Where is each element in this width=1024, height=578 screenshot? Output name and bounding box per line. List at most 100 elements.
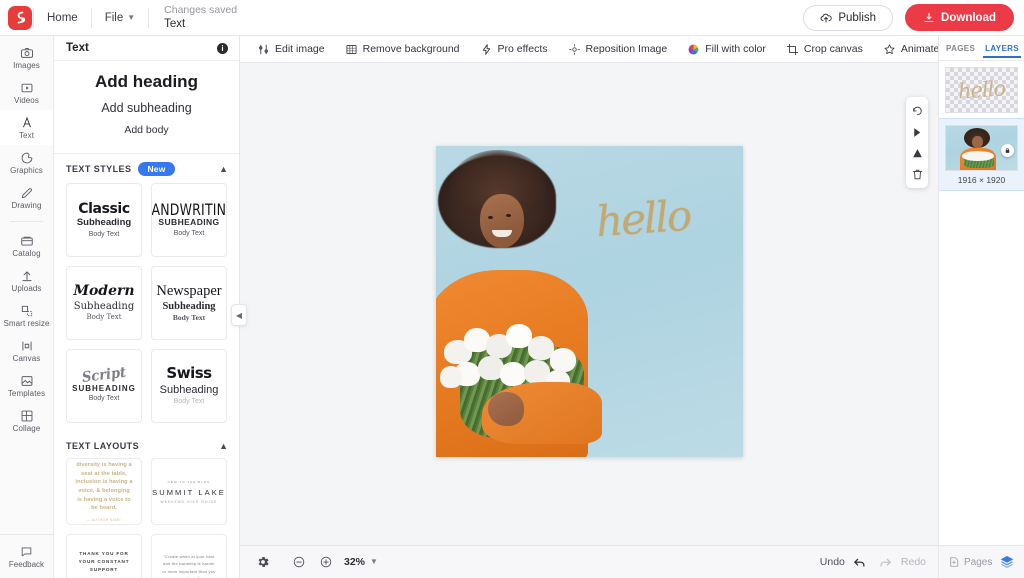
download-button[interactable]: Download	[905, 4, 1014, 31]
text-panel-scroll[interactable]: TEXT STYLES New ▲ Classic Subheading Bod…	[54, 154, 239, 578]
file-menu[interactable]: File ▼	[93, 7, 147, 29]
sidebar-item-images[interactable]: Images	[0, 40, 53, 75]
sidebar-item-text[interactable]: Text	[0, 110, 53, 145]
style-body: Body Text	[88, 230, 120, 238]
chevron-down-icon[interactable]: ▼	[370, 558, 378, 566]
publish-label: Publish	[838, 11, 877, 24]
reposition-image-button[interactable]: Reposition Image	[559, 39, 677, 60]
style-subheading: Subheading	[73, 301, 135, 313]
text-style-card[interactable]: Newspaper Subheading Body Text	[151, 266, 227, 341]
chevron-left-icon[interactable]: ◀	[231, 304, 247, 326]
pro-effects-button[interactable]: Pro effects	[471, 39, 557, 60]
canvas-text-hello[interactable]: hello	[594, 190, 691, 245]
flip-horizontal-icon[interactable]	[907, 122, 927, 142]
lock-icon[interactable]	[1001, 144, 1014, 157]
sidebar-item-label: Canvas	[12, 354, 41, 363]
gear-icon[interactable]	[252, 551, 274, 573]
zoom-level-value[interactable]: 32%	[344, 556, 365, 568]
home-menu[interactable]: Home	[35, 7, 90, 29]
video-play-icon	[20, 80, 34, 95]
sidebar-item-label: Templates	[7, 389, 46, 398]
zoom-in-icon[interactable]	[315, 551, 337, 573]
crop-canvas-button[interactable]: Crop canvas	[777, 39, 872, 60]
text-layout-card[interactable]: NEW TO THE BLOG SUMMIT LAKE WEEKEND HIKE…	[151, 458, 227, 526]
sidebar-item-videos[interactable]: Videos	[0, 75, 53, 110]
sidebar-item-uploads[interactable]: Uploads	[0, 263, 53, 298]
tab-pages[interactable]: PAGES	[944, 39, 977, 57]
animate-star-icon	[883, 43, 896, 56]
top-bar: Home File ▼ Changes saved Text Publish D…	[0, 0, 1024, 36]
feedback-button[interactable]: Feedback	[0, 534, 53, 578]
publish-button[interactable]: Publish	[803, 4, 894, 31]
text-styles-section-header[interactable]: TEXT STYLES New ▲	[54, 154, 239, 183]
artboard[interactable]: hello	[435, 145, 743, 457]
add-body-button[interactable]: Add body	[64, 119, 229, 141]
redo-arrow-icon	[875, 551, 897, 573]
text-layouts-label: TEXT LAYOUTS	[66, 441, 140, 452]
style-body: Body Text	[86, 313, 122, 322]
style-heading: Classic	[78, 200, 130, 217]
text-style-card[interactable]: Classic Subheading Body Text	[66, 183, 142, 258]
publish-cloud-icon	[820, 12, 832, 24]
layout-title: SUMMIT LAKE	[152, 487, 226, 497]
text-style-card[interactable]: Modern Subheading Body Text	[66, 266, 142, 341]
text-style-card[interactable]: Swiss Subheading Body Text	[151, 349, 227, 424]
style-heading: HANDWRITING	[151, 200, 227, 219]
info-icon[interactable]: i	[217, 42, 228, 54]
sidebar-item-canvas[interactable]: Canvas	[0, 333, 53, 368]
layers-stack-icon[interactable]	[999, 554, 1015, 570]
canvas-area[interactable]: hello	[240, 63, 938, 545]
text-style-card[interactable]: Script SUBHEADING Body Text	[66, 349, 142, 424]
text-styles-label: TEXT STYLES	[66, 164, 132, 175]
sidebar-item-drawing[interactable]: Drawing	[0, 180, 53, 215]
undo-redo-group: Undo Redo	[820, 551, 926, 573]
style-subheading: SUBHEADING	[72, 383, 136, 393]
ctx-label: Fill with color	[705, 43, 766, 55]
add-pages-button[interactable]: Pages	[948, 556, 992, 568]
save-status-line1: Changes saved	[164, 3, 238, 16]
chevron-up-icon[interactable]: ▲	[219, 441, 228, 451]
add-subheading-button[interactable]: Add subheading	[64, 97, 229, 119]
layer-item-text[interactable]: hello	[939, 61, 1024, 118]
left-rail-items: Images Videos Text Graphics Drawing Cata…	[0, 36, 53, 534]
sidebar-item-templates[interactable]: Templates	[0, 368, 53, 403]
sidebar-item-smart-resize[interactable]: Smart resize	[0, 298, 53, 333]
fill-with-color-button[interactable]: Fill with color	[678, 39, 775, 60]
remove-background-button[interactable]: Remove background	[336, 39, 469, 60]
divider	[33, 7, 34, 28]
tab-layers[interactable]: LAYERS	[983, 39, 1021, 58]
sidebar-item-catalog[interactable]: Catalog	[0, 228, 53, 263]
lightning-icon	[480, 43, 493, 56]
layout-title: THANK YOU FOR YOUR CONSTANT SUPPORT	[78, 550, 130, 572]
left-rail: Images Videos Text Graphics Drawing Cata…	[0, 36, 54, 578]
zoom-out-icon[interactable]	[288, 551, 310, 573]
undo-arrow-icon[interactable]	[849, 551, 871, 573]
layer-list: hello 1916 × 1920	[939, 61, 1024, 545]
style-heading: Script	[81, 364, 127, 387]
text-layouts-grid: diversity is having a seat at the table,…	[54, 458, 239, 578]
photo-layer[interactable]	[435, 145, 743, 457]
text-layout-card[interactable]: "Create when at your best and the hardsh…	[151, 534, 227, 578]
style-body: Body Text	[172, 313, 206, 323]
brand-logo-icon[interactable]	[8, 5, 32, 30]
add-heading-button[interactable]: Add heading	[64, 69, 229, 97]
text-layout-card[interactable]: diversity is having a seat at the table,…	[66, 458, 142, 526]
text-layouts-section-header[interactable]: TEXT LAYOUTS ▲	[54, 433, 239, 458]
flip-vertical-icon[interactable]	[907, 143, 927, 163]
layer-item-image[interactable]: 1916 × 1920	[939, 118, 1024, 191]
delete-trash-icon[interactable]	[907, 164, 927, 184]
rotate-icon[interactable]	[907, 101, 927, 121]
layer-thumbnail	[945, 125, 1018, 171]
sidebar-item-graphics[interactable]: Graphics	[0, 145, 53, 180]
text-panel-header: Text i	[54, 36, 239, 62]
sidebar-item-collage[interactable]: Collage	[0, 403, 53, 438]
animate-button[interactable]: Animate	[874, 39, 938, 60]
text-layout-card[interactable]: THANK YOU FOR YOUR CONSTANT SUPPORT Beca…	[66, 534, 142, 578]
sliders-icon	[257, 43, 270, 56]
chevron-up-icon[interactable]: ▲	[219, 164, 228, 174]
edit-image-button[interactable]: Edit image	[248, 39, 334, 60]
text-style-card[interactable]: HANDWRITING SUBHEADING Body Text	[151, 183, 227, 258]
remove-background-icon	[345, 43, 358, 56]
style-subheading: Subheading	[159, 384, 219, 397]
undo-label[interactable]: Undo	[820, 556, 845, 568]
